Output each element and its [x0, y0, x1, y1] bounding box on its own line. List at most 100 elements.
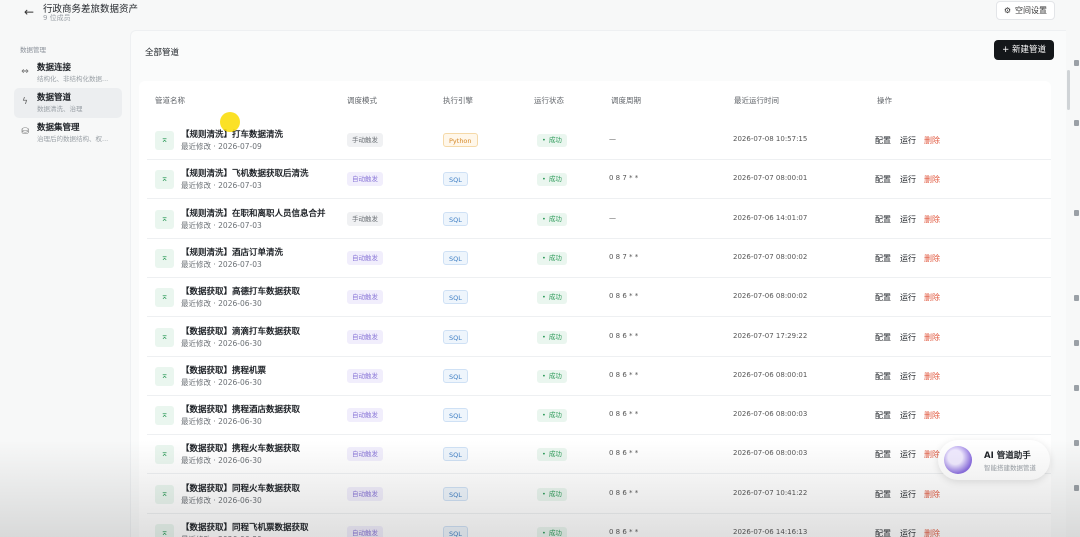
ai-assistant-title: AI 管道助手 [984, 451, 1031, 461]
sidebar-item-label: 数据集管理 [37, 123, 80, 133]
config-button[interactable]: 配置 [875, 410, 891, 421]
last-run-time: 2026-07-06 08:00:01 [733, 370, 808, 379]
config-button[interactable]: 配置 [875, 528, 891, 537]
pipeline-name[interactable]: 【数据获取】高德打车数据获取 [181, 285, 300, 297]
delete-button[interactable]: 删除 [924, 410, 940, 421]
pipeline-table: 管道名称 调度模式 执行引擎 运行状态 调度周期 最近运行时间 操作 ⌅ 【规则清… [139, 81, 1051, 537]
run-button[interactable]: 运行 [900, 292, 916, 303]
last-run-time: 2026-07-07 17:29:22 [733, 331, 808, 340]
run-button[interactable]: 运行 [900, 214, 916, 225]
table-row[interactable]: ⌅ 【数据获取】滴滴打车数据获取最近修改 · 2026-06-30 自动触发 SQL 成… [147, 318, 1051, 357]
table-row[interactable]: ⌅ 【规则清洗】酒店订单清洗最近修改 · 2026-07-03 自动触发 SQL 成功 0… [147, 239, 1051, 278]
pipeline-name[interactable]: 【数据获取】同程飞机票数据获取 [181, 521, 309, 533]
run-button[interactable]: 运行 [900, 489, 916, 500]
column-header-mode: 调度模式 [347, 96, 377, 105]
schedule-cron: — [609, 213, 616, 222]
status-badge: 成功 [537, 291, 567, 305]
schedule-cron: — [609, 135, 616, 143]
delete-button[interactable]: 删除 [924, 371, 940, 382]
delete-button[interactable]: 删除 [924, 174, 940, 185]
delete-button[interactable]: 删除 [924, 214, 940, 225]
space-settings-button[interactable]: ⚙ 空间设置 [995, 1, 1055, 20]
run-button[interactable]: 运行 [900, 410, 916, 421]
engine-tag: SQL [443, 211, 468, 226]
edge-mark [1074, 340, 1079, 346]
last-run-time: 2026-07-07 08:00:02 [733, 252, 808, 261]
schedule-cron: 0 8 6 * * [609, 449, 639, 458]
sidebar-item-data-connection[interactable]: ⇔ 数据连接 结构化、非结构化数据... [14, 58, 122, 88]
table-row[interactable]: ⌅ 【数据获取】携程机票最近修改 · 2026-06-30 自动触发 SQL 成功 0 8… [147, 357, 1051, 396]
pipeline-modified-date: 最近修改 · 2026-07-09 [181, 142, 262, 151]
delete-button[interactable]: 删除 [924, 528, 940, 537]
pipeline-name[interactable]: 【数据获取】携程酒店数据获取 [181, 403, 300, 415]
run-button[interactable]: 运行 [900, 253, 916, 264]
sidebar-item-data-pipeline[interactable]: ϟ 数据管道 数据清洗、治理 [14, 88, 122, 118]
pipeline-name[interactable]: 【数据获取】携程机票 [181, 364, 266, 376]
status-badge: 成功 [537, 134, 567, 147]
pipeline-modified-date: 最近修改 · 2026-06-30 [181, 377, 262, 387]
sidebar-item-desc: 治理后的数据结构、权... [37, 135, 109, 143]
run-button[interactable]: 运行 [900, 174, 916, 185]
config-button[interactable]: 配置 [875, 174, 891, 185]
delete-button[interactable]: 删除 [924, 135, 940, 146]
new-pipeline-button[interactable]: + 新建管道 [994, 40, 1054, 60]
delete-button[interactable]: 删除 [924, 489, 940, 500]
table-row[interactable]: ⌅ 【数据获取】高德打车数据获取最近修改 · 2026-06-30 自动触发 SQL 成… [147, 278, 1051, 318]
table-row[interactable]: ⌅ 【规则清洗】打车数据清洗 最近修改 · 2026-07-09 手动触发 Python… [147, 121, 1051, 160]
pipeline-name[interactable]: 【数据获取】携程火车数据获取 [181, 442, 300, 454]
last-run-time: 2026-07-07 08:00:01 [733, 174, 808, 183]
schedule-cron: 0 8 7 * * [609, 252, 639, 261]
run-button[interactable]: 运行 [900, 449, 916, 460]
engine-tag: SQL [443, 526, 468, 537]
config-button[interactable]: 配置 [875, 292, 891, 303]
config-button[interactable]: 配置 [875, 332, 891, 343]
delete-button[interactable]: 删除 [924, 253, 940, 264]
pipeline-row-icon: ⌅ [155, 248, 174, 268]
config-button[interactable]: 配置 [875, 214, 891, 225]
delete-button[interactable]: 删除 [924, 292, 940, 303]
config-button[interactable]: 配置 [875, 253, 891, 264]
pipeline-modified-date: 最近修改 · 2026-07-03 [181, 181, 262, 191]
edge-mark [1074, 120, 1079, 126]
run-button[interactable]: 运行 [900, 332, 916, 343]
config-button[interactable]: 配置 [875, 449, 891, 460]
config-button[interactable]: 配置 [875, 489, 891, 500]
pipeline-name[interactable]: 【数据获取】滴滴打车数据获取 [181, 325, 300, 337]
ai-assistant-chip[interactable]: AI 管道助手 智能搭建数据管道 [938, 440, 1050, 480]
pipeline-name[interactable]: 【数据获取】同程火车数据获取 [181, 482, 300, 494]
edge-marks [1072, 60, 1080, 530]
pipeline-name[interactable]: 【规则清洗】在职和离职人员信息合并 [181, 207, 326, 219]
delete-button[interactable]: 删除 [924, 332, 940, 343]
config-button[interactable]: 配置 [875, 371, 891, 382]
cursor-highlight [220, 112, 240, 132]
pipeline-row-icon: ⌅ [155, 406, 174, 426]
table-row[interactable]: ⌅【数据获取】同程飞机票数据获取最近修改 · 2026-06-30自动触发SQL… [147, 514, 1051, 537]
schedule-mode-tag: 自动触发 [347, 172, 383, 187]
scrollbar[interactable] [1067, 70, 1070, 110]
schedule-cron: 0 8 7 * * [609, 174, 639, 183]
pipeline-row-icon: ⌅ [155, 209, 174, 229]
config-button[interactable]: 配置 [875, 135, 891, 146]
table-row[interactable]: ⌅ 【数据获取】携程火车数据获取最近修改 · 2026-06-30 自动触发 SQL 成… [147, 435, 1051, 475]
table-row[interactable]: ⌅ 【规则清洗】飞机数据获取后清洗 最近修改 · 2026-07-03 自动触发 SQL… [147, 160, 1051, 200]
schedule-mode-tag: 手动触发 [347, 211, 383, 226]
arrow-left-icon[interactable]: ← [22, 5, 36, 19]
table-row[interactable]: ⌅ 【数据获取】同程火车数据获取最近修改 · 2026-06-30 自动触发 SQL 成… [147, 475, 1051, 514]
pipeline-name[interactable]: 【规则清洗】飞机数据获取后清洗 [181, 167, 309, 179]
engine-tag: SQL [443, 368, 468, 383]
last-run-time: 2026-07-06 08:00:02 [733, 292, 808, 301]
engine-tag: SQL [443, 290, 468, 305]
page-title: 全部管道 [145, 48, 180, 58]
edge-mark [1074, 485, 1079, 491]
pipeline-name[interactable]: 【规则清洗】酒店订单清洗 [181, 246, 283, 258]
column-header-name: 管道名称 [155, 96, 185, 105]
table-row[interactable]: ⌅ 【数据获取】携程酒店数据获取最近修改 · 2026-06-30 自动触发 SQL 成… [147, 396, 1051, 436]
ai-assistant-subtitle: 智能搭建数据管道 [984, 464, 1036, 472]
run-button[interactable]: 运行 [900, 371, 916, 382]
table-row[interactable]: ⌅ 【规则清洗】在职和离职人员信息合并 最近修改 · 2026-07-03 手动触发 S… [147, 200, 1051, 239]
schedule-mode-tag: 自动触发 [347, 290, 383, 305]
schedule-cron: 0 8 6 * * [609, 528, 639, 536]
sidebar-item-dataset-management[interactable]: ⛁ 数据集管理 治理后的数据结构、权... [14, 118, 122, 148]
run-button[interactable]: 运行 [900, 135, 916, 146]
run-button[interactable]: 运行 [900, 528, 916, 537]
